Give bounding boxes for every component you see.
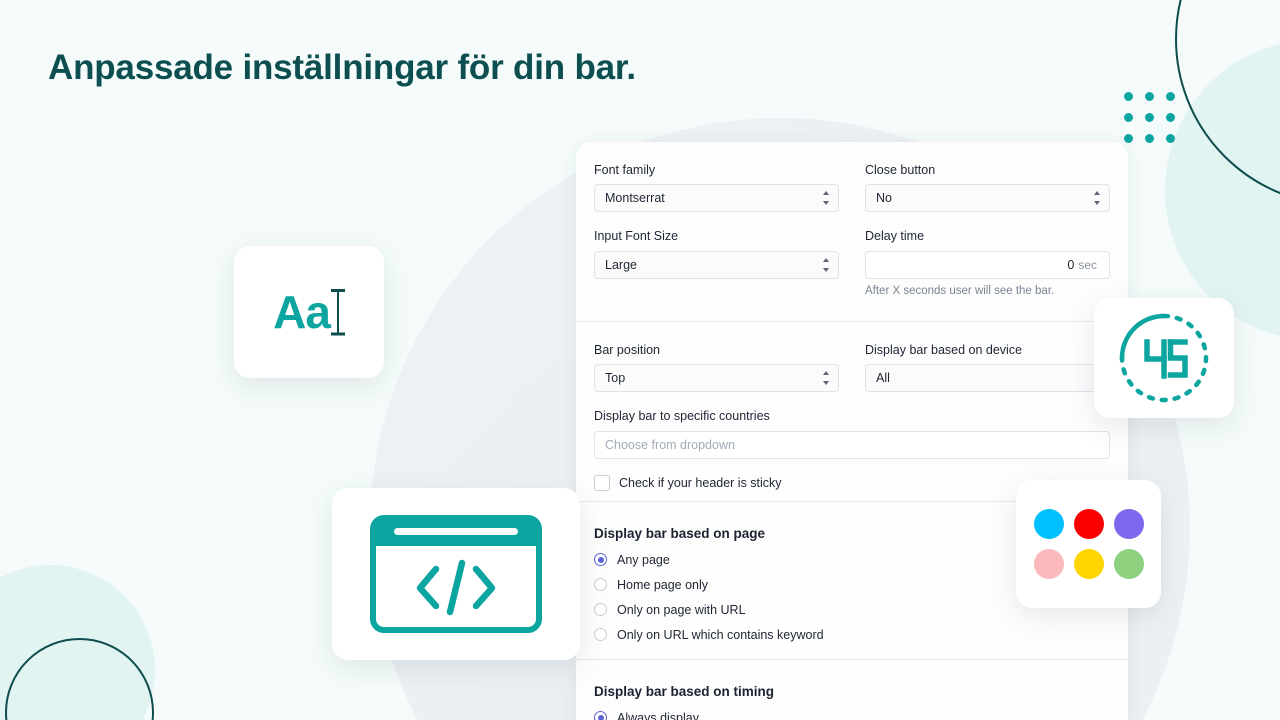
countries-placeholder: Choose from dropdown bbox=[605, 437, 735, 452]
radio-label: Home page only bbox=[617, 577, 709, 592]
color-swatch-cyan bbox=[1033, 509, 1064, 539]
grid-dot bbox=[1166, 92, 1175, 101]
color-palette-icon bbox=[1033, 509, 1144, 579]
page-title: Anpassade inställningar för din bar. bbox=[48, 48, 636, 87]
font-family-value: Montserrat bbox=[605, 191, 665, 206]
delay-time-label: Delay time bbox=[865, 229, 925, 244]
radio-label: Only on page with URL bbox=[617, 602, 746, 617]
typography-section: Font family Montserrat Input Font Size L… bbox=[576, 142, 1128, 321]
typography-aa-icon: Aa bbox=[273, 289, 345, 335]
delay-time-hint: After X seconds user will see the bar. bbox=[865, 284, 1055, 297]
grid-dot bbox=[1145, 113, 1154, 122]
bar-position-field: Bar position Top bbox=[594, 342, 839, 393]
settings-panel: Font family Montserrat Input Font Size L… bbox=[576, 142, 1128, 720]
sticky-header-label: Check if your header is sticky bbox=[619, 475, 782, 490]
display-device-value: All bbox=[876, 371, 890, 386]
close-button-label: Close button bbox=[865, 163, 936, 177]
countries-field: Display bar to specific countries Choose… bbox=[594, 408, 1110, 459]
input-font-size-value: Large bbox=[605, 257, 637, 272]
aa-text: Aa bbox=[273, 286, 331, 338]
dot-grid-decoration bbox=[1124, 92, 1175, 143]
placement-section: Bar position Top Display bar based on de… bbox=[576, 322, 1128, 501]
radio-label: Any page bbox=[617, 552, 670, 567]
color-swatch-pink bbox=[1033, 549, 1064, 579]
close-button-field: Close button No bbox=[865, 162, 1110, 213]
input-font-size-select[interactable]: Large bbox=[594, 250, 839, 279]
color-swatch-yellow bbox=[1073, 549, 1104, 579]
countdown-timer-icon bbox=[1119, 313, 1209, 403]
display-device-label: Display bar based on device bbox=[865, 343, 1023, 358]
grid-dot bbox=[1166, 113, 1175, 122]
grid-dot bbox=[1124, 134, 1133, 143]
color-feature-card bbox=[1016, 480, 1161, 608]
chevron-updown-icon bbox=[822, 191, 830, 206]
delay-time-field: Delay time 0 sec After X seconds user wi… bbox=[865, 228, 1110, 299]
input-font-size-field: Input Font Size Large bbox=[594, 228, 839, 279]
bar-position-label: Bar position bbox=[594, 343, 661, 358]
display-device-select[interactable]: All bbox=[865, 364, 1110, 393]
chevron-updown-icon bbox=[822, 257, 830, 272]
font-family-label: Font family bbox=[594, 163, 656, 177]
radio-label: Always display bbox=[617, 710, 699, 720]
color-swatch-red bbox=[1073, 509, 1104, 539]
radio-button[interactable] bbox=[594, 711, 607, 720]
delay-time-value: 0 bbox=[1067, 257, 1075, 272]
color-swatch-green bbox=[1113, 549, 1144, 579]
input-font-size-label: Input Font Size bbox=[594, 229, 679, 244]
font-family-select[interactable]: Montserrat bbox=[594, 184, 839, 213]
grid-dot bbox=[1124, 92, 1133, 101]
radio-button[interactable] bbox=[594, 578, 607, 592]
timer-feature-card bbox=[1094, 298, 1234, 418]
color-swatch-purple bbox=[1113, 509, 1144, 539]
timing-title: Display bar based on timing bbox=[594, 683, 775, 699]
delay-time-input[interactable]: 0 sec bbox=[865, 250, 1110, 279]
radio-button[interactable] bbox=[594, 603, 607, 617]
code-browser-icon bbox=[370, 515, 542, 633]
close-button-value: No bbox=[876, 191, 892, 206]
chevron-updown-icon bbox=[822, 371, 830, 386]
grid-dot bbox=[1145, 92, 1154, 101]
display-device-field: Display bar based on device All bbox=[865, 342, 1110, 393]
grid-dot bbox=[1166, 134, 1175, 143]
chevron-updown-icon bbox=[1093, 191, 1101, 206]
grid-dot bbox=[1145, 134, 1154, 143]
countries-input[interactable]: Choose from dropdown bbox=[594, 430, 1110, 459]
radio-button[interactable] bbox=[594, 628, 607, 642]
font-family-field: Font family Montserrat bbox=[594, 162, 839, 213]
radio-always-display[interactable]: Always display bbox=[594, 711, 1110, 720]
radio-label: Only on URL which contains keyword bbox=[617, 627, 824, 642]
radio-url-contains-keyword[interactable]: Only on URL which contains keyword bbox=[594, 628, 1110, 642]
page-canvas: Anpassade inställningar för din bar. Fon… bbox=[0, 0, 1280, 720]
bar-position-value: Top bbox=[605, 371, 626, 386]
sticky-header-checkbox[interactable] bbox=[594, 474, 610, 491]
font-feature-card: Aa bbox=[234, 246, 384, 378]
text-cursor-icon bbox=[330, 289, 345, 335]
timing-section: Display bar based on timing Always displ… bbox=[576, 660, 1128, 720]
countries-label: Display bar to specific countries bbox=[594, 409, 770, 424]
grid-dot bbox=[1124, 113, 1133, 122]
close-button-select[interactable]: No bbox=[865, 184, 1110, 213]
bar-position-select[interactable]: Top bbox=[594, 364, 839, 393]
code-feature-card bbox=[332, 488, 580, 660]
radio-button[interactable] bbox=[594, 553, 607, 567]
delay-time-unit: sec bbox=[1078, 257, 1097, 272]
